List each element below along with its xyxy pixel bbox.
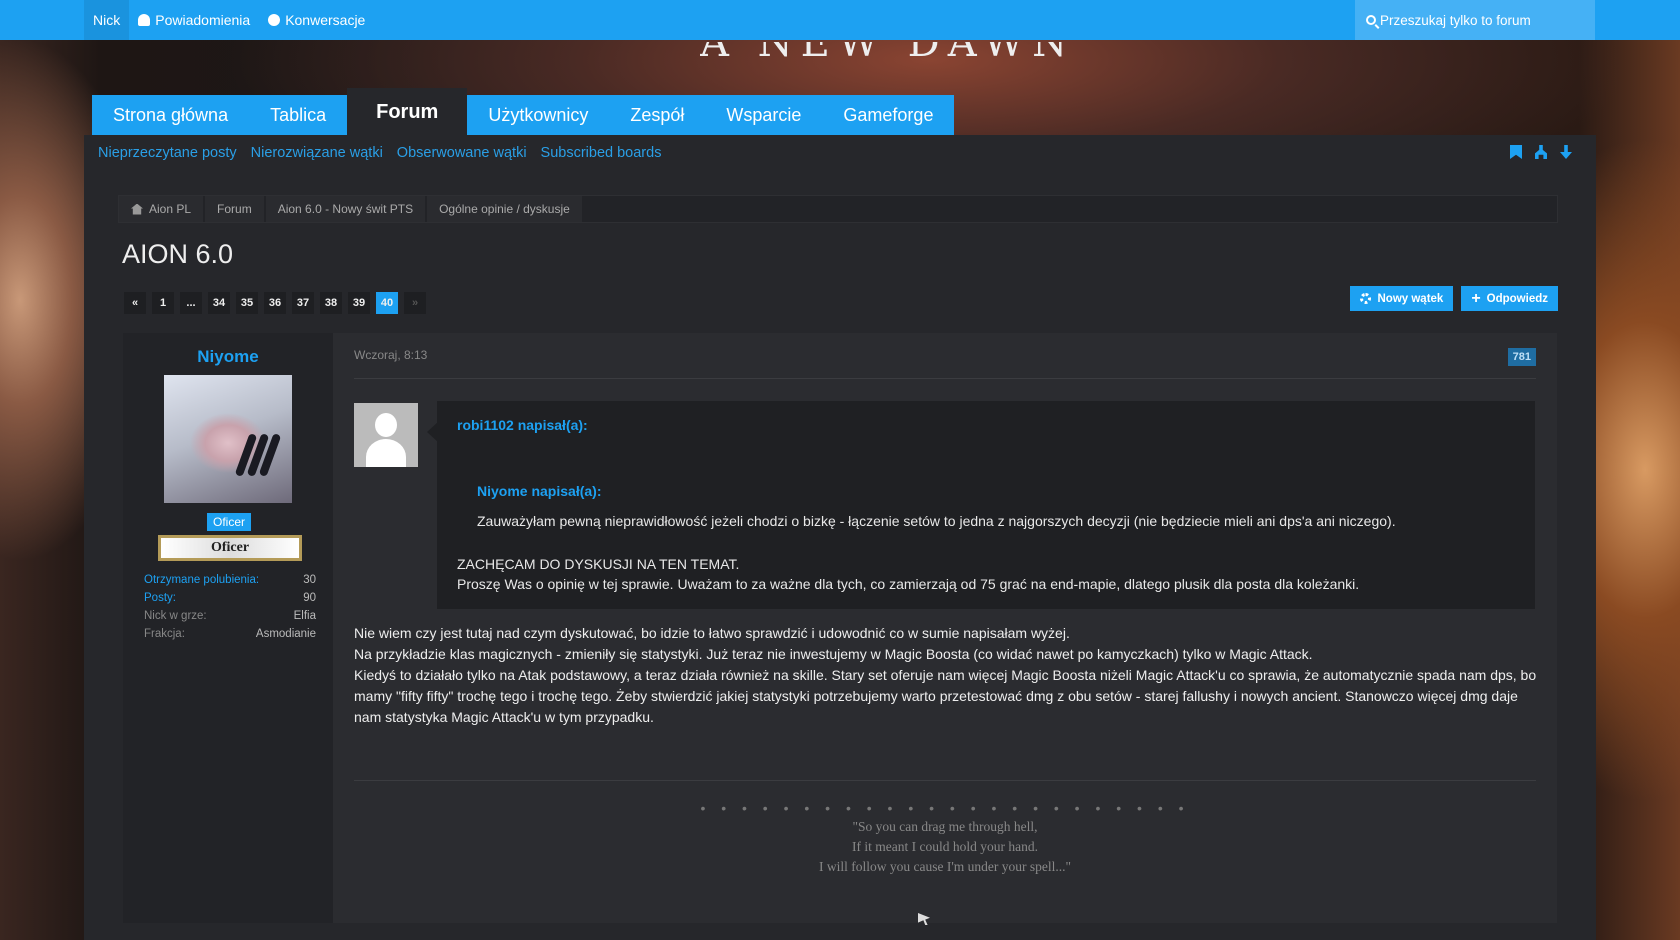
notifications-label: Powiadomienia	[155, 12, 251, 28]
stat-label: Frakcja:	[144, 628, 185, 640]
gear-icon	[1360, 293, 1372, 304]
quote-author[interactable]: robi1102 napisał(a):	[457, 417, 588, 433]
sub-nav: Nieprzeczytane posty Nierozwiązane wątki…	[98, 145, 661, 161]
breadcrumb: Aion PL Forum Aion 6.0 - Nowy świt PTS O…	[118, 195, 1558, 223]
stat-row: Frakcja: Asmodianie	[144, 625, 316, 643]
quote-block: robi1102 napisał(a): Niyome napisał(a): …	[437, 401, 1535, 609]
post-paragraph: Kiedyś to działało tylko na Atak podstaw…	[354, 667, 1537, 725]
bookmark-icon[interactable]	[1510, 145, 1522, 159]
top-bar: Nick Powiadomienia Konwersacje Przeszuka…	[0, 0, 1680, 40]
post-paragraph: Nie wiem czy jest tutaj nad czym dyskuto…	[354, 625, 1070, 641]
breadcrumb-subboard[interactable]: Ogólne opinie / dyskusje	[427, 196, 582, 222]
role-badge: Oficer	[207, 513, 252, 531]
current-page[interactable]: 40	[376, 292, 398, 314]
stat-value: Elfia	[293, 610, 316, 622]
post-author-sidebar: Niyome Oficer Oficer Otrzymane polubieni…	[123, 333, 333, 923]
reply-label: Odpowiedz	[1486, 292, 1548, 305]
conversations-label: Konwersacje	[285, 12, 366, 28]
signature-line: "So you can drag me through hell,	[852, 819, 1038, 834]
thread-actions: Nowy wątek + Odpowiedz	[1350, 286, 1558, 311]
stat-label[interactable]: Posty:	[144, 592, 176, 604]
new-thread-label: Nowy wątek	[1377, 292, 1444, 305]
subnav-subscribed[interactable]: Subscribed boards	[541, 145, 662, 161]
stat-label: Nick w grze:	[144, 610, 207, 622]
nested-quote-text: Zauważyłam pewną nieprawidłowość jeżeli …	[477, 513, 1396, 529]
breadcrumb-label: Aion PL	[149, 202, 192, 216]
arrow-down-icon[interactable]	[1560, 145, 1572, 159]
mouse-cursor-icon	[918, 913, 930, 925]
page-ellipsis[interactable]: ...	[180, 292, 202, 314]
chat-icon	[268, 14, 281, 26]
nested-quote-author[interactable]: Niyome napisał(a):	[477, 483, 601, 499]
home-icon	[131, 203, 143, 215]
signature-line: I will follow you cause I'm under your s…	[818, 859, 1072, 874]
post-date[interactable]: Wczoraj, 8:13	[354, 348, 427, 362]
page-button[interactable]: 37	[292, 292, 314, 314]
breadcrumb-home[interactable]: Aion PL	[119, 196, 204, 222]
content-panel: Nieprzeczytane posty Nierozwiązane wątki…	[84, 135, 1596, 940]
quote-text-line: ZACHĘCAM DO DYSKUSJI NA TEN TEMAT.	[457, 556, 740, 572]
tab-dashboard[interactable]: Tablica	[249, 95, 348, 135]
tab-home[interactable]: Strona główna	[92, 95, 250, 135]
post-number[interactable]: 781	[1507, 348, 1536, 366]
subnav-unread[interactable]: Nieprzeczytane posty	[98, 145, 237, 161]
stat-label[interactable]: Otrzymane polubienia:	[144, 574, 259, 586]
plus-icon: +	[1471, 289, 1481, 307]
tab-users[interactable]: Użytkownicy	[467, 95, 610, 135]
stat-row: Posty: 90	[144, 589, 316, 607]
divider	[354, 378, 1536, 379]
post: Niyome Oficer Oficer Otrzymane polubieni…	[123, 333, 1557, 925]
page-button[interactable]: 39	[348, 292, 370, 314]
avatar[interactable]	[164, 375, 292, 503]
page-button[interactable]: 36	[264, 292, 286, 314]
sitemap-icon[interactable]	[1535, 145, 1547, 159]
quote-avatar[interactable]	[354, 403, 418, 467]
subnav-icons	[1510, 145, 1572, 159]
stat-value: 30	[303, 574, 316, 586]
quote-text-line: Proszę Was o opinię w tej sprawie. Uważa…	[457, 576, 1360, 592]
breadcrumb-forum[interactable]: Forum	[205, 196, 264, 222]
user-menu[interactable]: Nick	[84, 0, 130, 40]
tab-gameforge[interactable]: Gameforge	[822, 95, 955, 135]
page-button[interactable]: 34	[208, 292, 230, 314]
signature-divider	[354, 780, 1536, 781]
signature-line: If it meant I could hold your hand.	[852, 839, 1038, 854]
page-button[interactable]: 1	[152, 292, 174, 314]
next-page-button[interactable]: »	[404, 292, 426, 314]
search-input[interactable]: Przeszukaj tylko to forum	[1355, 0, 1595, 40]
bell-icon	[138, 14, 151, 26]
post-body: Wczoraj, 8:13 781 robi1102 napisał(a): N…	[333, 333, 1557, 925]
stat-row: Otrzymane polubienia: 30	[144, 571, 316, 589]
page-button[interactable]: 35	[236, 292, 258, 314]
pagination: « 1 ... 34 35 36 37 38 39 40 »	[124, 292, 426, 314]
tab-forum[interactable]: Forum	[347, 88, 468, 136]
author-name[interactable]: Niyome	[123, 347, 333, 367]
page-button[interactable]: 38	[320, 292, 342, 314]
subnav-unsolved[interactable]: Nierozwiązane wątki	[251, 145, 383, 161]
notifications-link[interactable]: Powiadomienia	[129, 0, 259, 40]
stat-row: Nick w grze: Elfia	[144, 607, 316, 625]
signature-dots: • • • • • • • • • • • • • • • • • • • • …	[700, 800, 1190, 816]
tab-support[interactable]: Wsparcie	[705, 95, 823, 135]
search-placeholder: Przeszukaj tylko to forum	[1380, 12, 1531, 28]
stat-value: 90	[303, 592, 316, 604]
first-page-button[interactable]: «	[124, 292, 146, 314]
search-icon	[1366, 15, 1376, 25]
breadcrumb-board[interactable]: Aion 6.0 - Nowy świt PTS	[265, 196, 426, 222]
new-thread-button[interactable]: Nowy wątek	[1350, 286, 1454, 311]
rank-image: Oficer	[158, 535, 302, 561]
post-text: Nie wiem czy jest tutaj nad czym dyskuto…	[354, 623, 1544, 728]
page-title: AION 6.0	[122, 239, 234, 269]
stat-value: Asmodianie	[255, 628, 316, 640]
conversations-link[interactable]: Konwersacje	[259, 0, 374, 40]
author-stats: Otrzymane polubienia: 30 Posty: 90 Nick w …	[144, 571, 316, 643]
post-paragraph: Na przykładzie klas magicznych - zmienił…	[354, 646, 1313, 662]
tab-team[interactable]: Zespół	[609, 95, 706, 135]
reply-button[interactable]: + Odpowiedz	[1461, 286, 1558, 311]
subnav-watched[interactable]: Obserwowane wątki	[397, 145, 527, 161]
main-nav: Strona główna Tablica Forum Użytkownicy …	[92, 88, 955, 136]
